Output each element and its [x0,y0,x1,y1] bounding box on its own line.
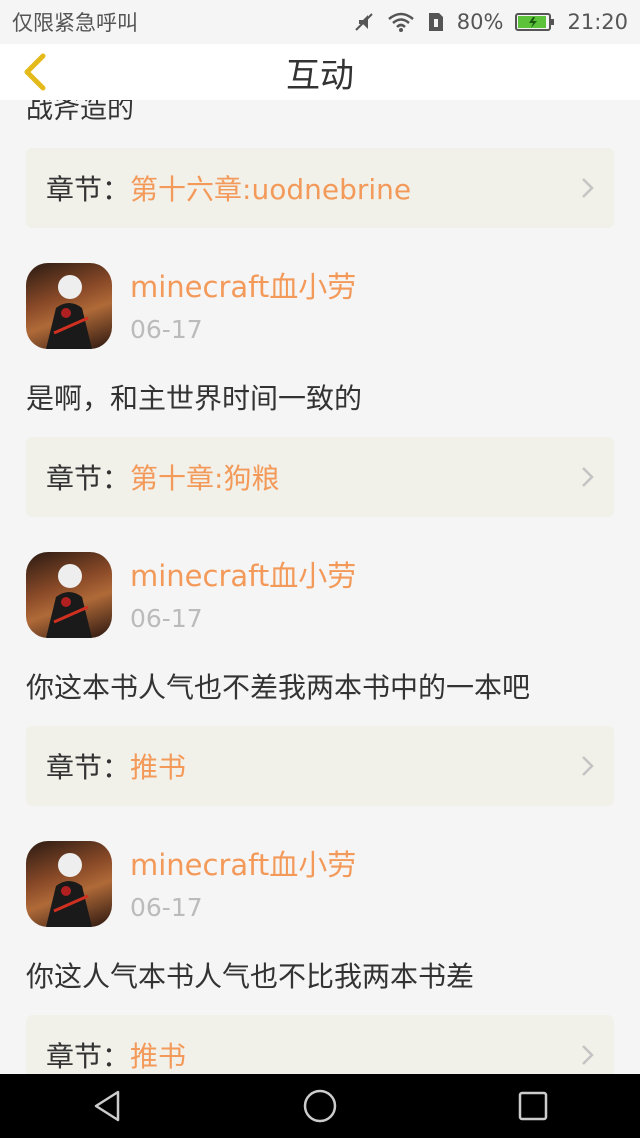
triangle-back-icon [94,1090,119,1122]
user-row: minecraft血小劳 06-17 [26,841,614,927]
avatar[interactable] [26,841,112,927]
username[interactable]: minecraft血小劳 [130,269,356,305]
chapter-name: 推书 [130,1040,187,1073]
user-row: minecraft血小劳 06-17 [26,263,614,349]
chapter-name: 第十六章:uodnebrine [130,173,412,206]
chevron-right-icon [582,1045,594,1065]
chapter-name: 第十章:狗粮 [130,462,280,495]
comment-item: minecraft血小劳 06-17 你这本书人气也不差我两本书中的一本吧 章节… [0,552,640,806]
square-recents-icon [519,1091,548,1121]
sim-icon [427,11,445,33]
user-info: minecraft血小劳 06-17 [130,847,356,922]
chapter-label: 章节： [46,1040,131,1073]
chevron-left-icon [24,53,46,91]
comment-feed[interactable]: 战斧造的 章节： 第十六章:uodnebrine minecraft血小劳 06… [0,76,640,1095]
page-title: 互动 [286,55,354,96]
username[interactable]: minecraft血小劳 [130,847,356,883]
chapter-label: 章节： [46,173,131,206]
post-date: 06-17 [130,892,203,922]
chapter-link[interactable]: 章节： 第十章:狗粮 [26,437,614,517]
avatar[interactable] [26,552,112,638]
comment-text: 你这本书人气也不差我两本书中的一本吧 [26,671,531,704]
username[interactable]: minecraft血小劳 [130,558,356,594]
post-date: 06-17 [130,314,203,344]
comment-text: 你这人气本书人气也不比我两本书差 [26,960,475,993]
chevron-right-icon [582,178,594,198]
comment-item: minecraft血小劳 06-17 你这人气本书人气也不比我两本书差 章节： … [0,841,640,1095]
user-info: minecraft血小劳 06-17 [130,269,356,344]
battery-percent: 80% [456,10,504,34]
chapter-link[interactable]: 章节： 第十六章:uodnebrine [26,148,614,228]
back-nav-button[interactable] [77,1076,137,1136]
comment-item: minecraft血小劳 06-17 是啊，和主世界时间一致的 章节： 第十章:… [0,263,640,517]
avatar[interactable] [26,263,112,349]
chapter-label: 章节： [46,462,131,495]
mute-icon [353,11,375,33]
clock: 21:20 [567,10,628,34]
user-row: minecraft血小劳 06-17 [26,552,614,638]
status-icons: 80% 21:20 [353,10,628,34]
back-button[interactable] [14,52,54,92]
recents-nav-button[interactable] [503,1076,563,1136]
home-nav-button[interactable] [290,1076,350,1136]
system-nav-bar [0,1074,640,1138]
chapter-label: 章节： [46,751,131,784]
wifi-icon [387,11,415,33]
chapter-name: 推书 [130,751,187,784]
chevron-right-icon [582,756,594,776]
post-date: 06-17 [130,603,203,633]
app-header: 互动 [0,44,640,100]
comment-text: 是啊，和主世界时间一致的 [26,382,363,415]
carrier-text: 仅限紧急呼叫 [12,11,138,35]
chapter-link[interactable]: 章节： 推书 [26,726,614,806]
status-bar: 仅限紧急呼叫 80% 21:20 [0,0,640,44]
battery-icon [515,11,555,33]
circle-home-icon [303,1089,337,1123]
screen: 仅限紧急呼叫 80% 21:20 互动 战斧造的 章节： 第十六章:uodneb… [0,0,640,1138]
user-info: minecraft血小劳 06-17 [130,558,356,633]
chevron-right-icon [582,467,594,487]
